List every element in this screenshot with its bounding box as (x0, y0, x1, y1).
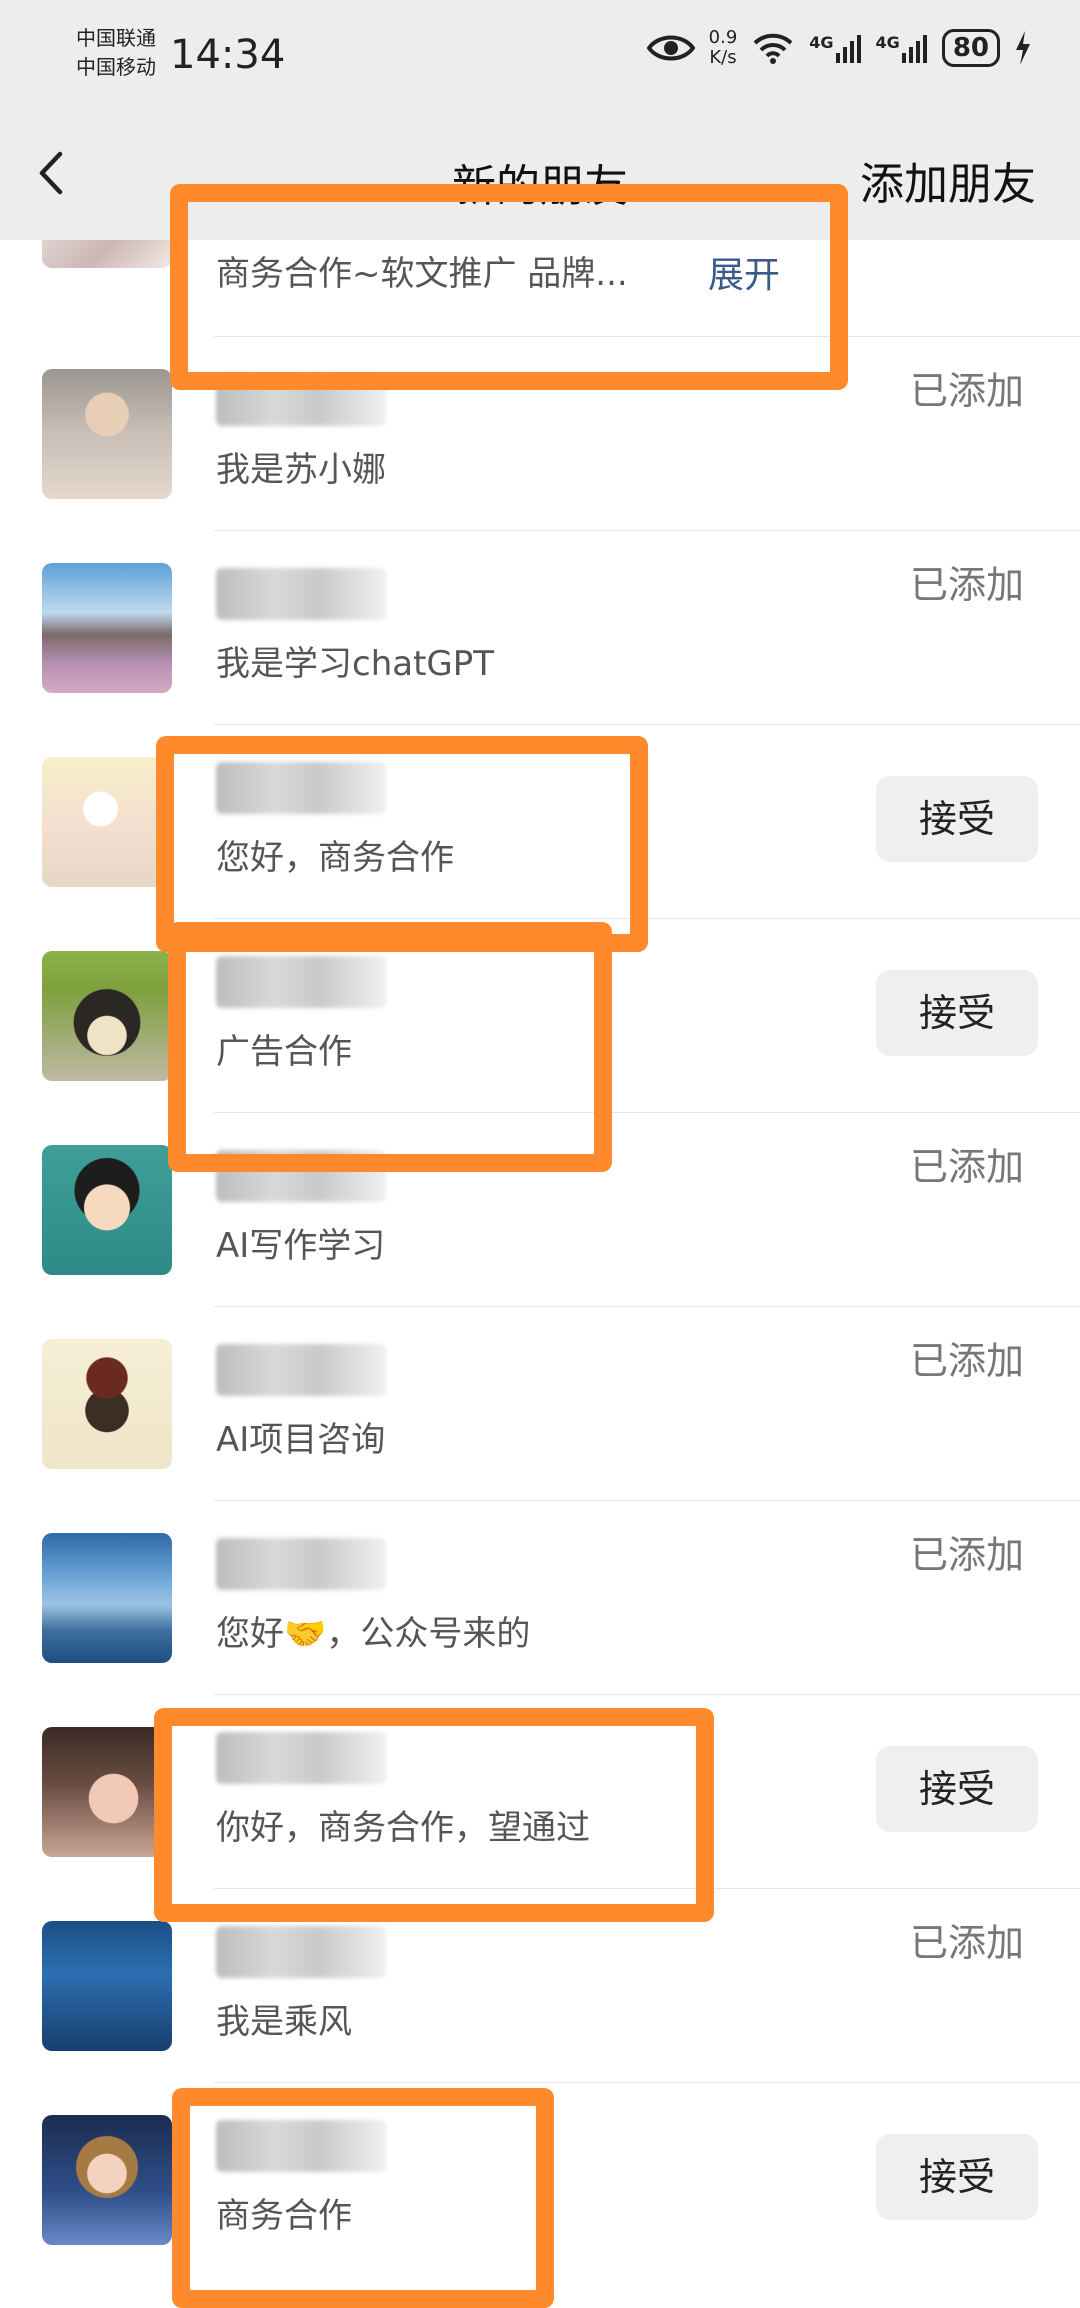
carrier-names: 中国联通 中国移动 (76, 24, 156, 82)
expand-link[interactable]: 展开 (708, 246, 780, 298)
list-item[interactable]: 广告合作 接受 (0, 918, 1080, 1112)
request-message: 我是乘风 (216, 2002, 352, 2042)
avatar (42, 369, 172, 499)
avatar (42, 1339, 172, 1469)
add-friend-button[interactable]: 添加朋友 (860, 148, 1036, 212)
avatar (42, 1145, 172, 1275)
list-item[interactable]: 我是乘风 已添加 (0, 1888, 1080, 2082)
avatar (42, 2115, 172, 2245)
avatar (42, 1727, 172, 1857)
contact-name-blurred (216, 1732, 386, 1784)
avatar (42, 757, 172, 887)
avatar (42, 1921, 172, 2051)
navigation-bar: 新的朋友 添加朋友 (0, 110, 1080, 240)
contact-name-blurred (216, 374, 386, 426)
contact-name-blurred (216, 1538, 386, 1590)
wifi-icon (753, 33, 793, 64)
carrier-1: 中国联通 (76, 26, 156, 50)
list-item[interactable]: AI写作学习 已添加 (0, 1112, 1080, 1306)
signal-bars-icon (901, 35, 927, 63)
list-item[interactable]: 我是苏小娜 已添加 (0, 336, 1080, 530)
top-bar: 中国联通 中国移动 14:34 0.9 K/s 4G 4G 80 新的朋友 添加… (0, 0, 1080, 240)
accept-button[interactable]: 接受 (876, 970, 1038, 1056)
accept-button[interactable]: 接受 (876, 1746, 1038, 1832)
battery-indicator: 80 (941, 29, 1000, 67)
avatar (42, 951, 172, 1081)
accept-button[interactable]: 接受 (876, 2134, 1038, 2220)
signal-bars-icon (835, 35, 861, 63)
charging-icon (1016, 31, 1030, 65)
contact-name-blurred (216, 2120, 386, 2172)
request-message: AI项目咨询 (216, 1420, 386, 1460)
request-message: 你好，商务合作，望通过 (216, 1808, 590, 1848)
contact-name-blurred (216, 1344, 386, 1396)
list-item[interactable]: AI项目咨询 已添加 (0, 1306, 1080, 1500)
network-type-2: 4G (875, 33, 900, 52)
request-message: 我是苏小娜 (216, 450, 386, 490)
eye-icon (646, 35, 695, 61)
request-message: 商务合作 (216, 2196, 352, 2236)
signal-1: 4G (809, 33, 861, 63)
accept-button[interactable]: 接受 (876, 776, 1038, 862)
status-icons: 0.9 K/s 4G 4G 80 (646, 28, 1032, 68)
avatar (42, 563, 172, 693)
added-status: 已添加 (909, 1533, 1024, 1577)
clock: 14:34 (170, 32, 286, 78)
request-message: 商务合作~软文推广 品牌... (216, 254, 628, 294)
contact-name-blurred (216, 568, 386, 620)
added-status: 已添加 (909, 563, 1024, 607)
list-item[interactable]: 你好，商务合作，望通过 接受 (0, 1694, 1080, 1888)
request-message: 您好🤝，公众号来的 (216, 1614, 531, 1654)
network-speed-value: 0.9 (708, 27, 738, 48)
status-bar: 中国联通 中国移动 14:34 0.9 K/s 4G 4G 80 (0, 0, 1080, 110)
contact-name-blurred (216, 1150, 386, 1202)
list-item[interactable]: 商务合作~软文推广 品牌... 展开 (0, 206, 1080, 336)
network-speed: 0.9 K/s (709, 28, 738, 68)
list-item[interactable]: 您好，商务合作 接受 (0, 724, 1080, 918)
avatar (42, 1533, 172, 1663)
request-message: 我是学习chatGPT (216, 644, 495, 684)
list-item[interactable]: 商务合作 接受 (0, 2082, 1080, 2276)
signal-2: 4G (876, 33, 928, 63)
added-status: 已添加 (909, 369, 1024, 413)
contact-name-blurred (216, 956, 386, 1008)
added-status: 已添加 (909, 1339, 1024, 1383)
network-speed-unit: K/s (709, 47, 737, 68)
carrier-2: 中国移动 (76, 55, 156, 79)
request-message: 广告合作 (216, 1032, 352, 1072)
contact-name-blurred (216, 762, 386, 814)
added-status: 已添加 (909, 1145, 1024, 1189)
request-message: 您好，商务合作 (216, 838, 454, 878)
list-item[interactable]: 我是学习chatGPT 已添加 (0, 530, 1080, 724)
friend-request-list: 商务合作~软文推广 品牌... 展开 我是苏小娜 已添加 我是学习chatGPT… (0, 206, 1080, 2276)
request-message: AI写作学习 (216, 1226, 386, 1266)
contact-name-blurred (216, 1926, 386, 1978)
added-status: 已添加 (909, 1921, 1024, 1965)
network-type-1: 4G (809, 33, 834, 52)
list-item[interactable]: 您好🤝，公众号来的 已添加 (0, 1500, 1080, 1694)
